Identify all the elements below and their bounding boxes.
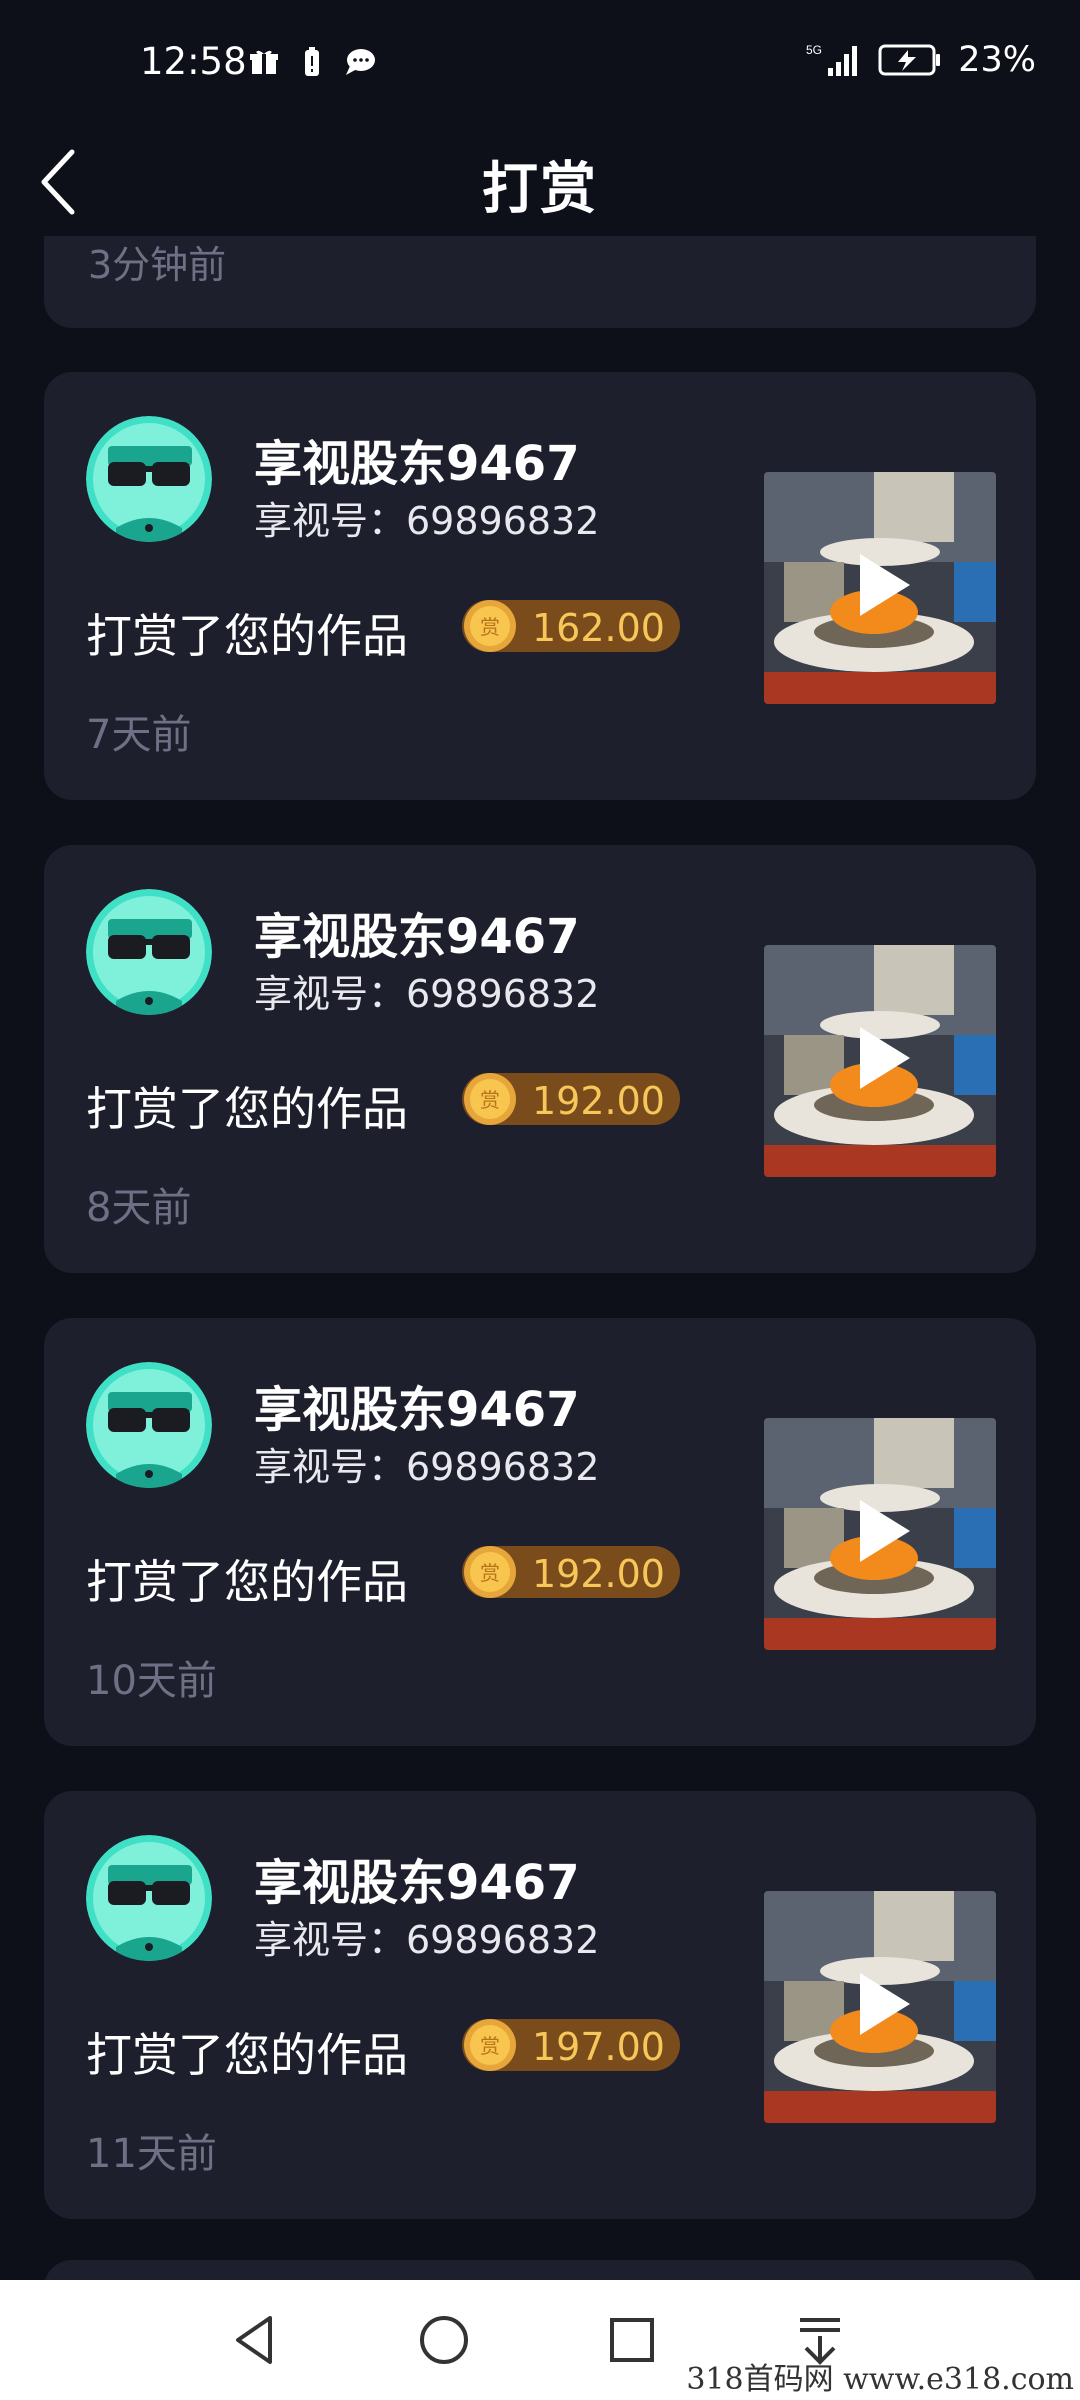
reward-amount: 192.00 [532, 1552, 665, 1596]
username: 享视股东9467 [254, 1382, 580, 1438]
coin-icon: 赏 [464, 1546, 516, 1598]
page-title: 打赏 [482, 157, 598, 222]
nav-home-icon[interactable] [412, 2308, 476, 2372]
avatar[interactable] [86, 1362, 212, 1488]
action-text: 打赏了您的作品 [86, 1555, 408, 1609]
watermark: 318首码网 www.e318.com [686, 2362, 1074, 2397]
status-time: 12:58 [140, 40, 247, 83]
status-right: 5G 23% [806, 40, 1036, 80]
battery-alert-icon [305, 47, 319, 76]
nav-back-icon[interactable] [224, 2308, 288, 2372]
header: 打赏 [0, 132, 1080, 236]
user-id: 享视号：69896832 [254, 1918, 600, 1962]
notification-icons [248, 46, 376, 78]
coin-label: 赏 [480, 2034, 500, 2058]
username: 享视股东9467 [254, 909, 580, 965]
avatar[interactable] [86, 889, 212, 1015]
time-ago: 10天前 [86, 1658, 217, 1704]
signal-icon: 5G [806, 43, 858, 76]
battery-percent: 23% [958, 40, 1036, 80]
reward-amount-badge: 赏 192.00 [462, 1073, 680, 1125]
coin-icon: 赏 [464, 600, 516, 652]
avatar[interactable] [86, 1835, 212, 1961]
action-text: 打赏了您的作品 [86, 609, 408, 663]
username: 享视股东9467 [254, 1855, 580, 1911]
coin-icon: 赏 [464, 2019, 516, 2071]
time-ago: 3分钟前 [88, 243, 227, 287]
user-id: 享视号：69896832 [254, 1445, 600, 1489]
list-item-partial[interactable] [44, 2260, 1036, 2280]
battery-charging-icon [878, 44, 941, 76]
reward-card[interactable]: 享视股东9467 享视号：69896832 打赏了您的作品 赏 192.00 8… [44, 845, 1036, 1273]
coin-label: 赏 [480, 1561, 500, 1585]
status-bar: 12:58 5G 23% [0, 0, 1080, 132]
action-text: 打赏了您的作品 [86, 2028, 408, 2082]
video-thumbnail[interactable] [764, 472, 996, 704]
reward-amount: 197.00 [532, 2025, 665, 2069]
user-id: 享视号：69896832 [254, 972, 600, 1016]
message-icon [346, 49, 375, 75]
coin-label: 赏 [480, 1088, 500, 1112]
reward-amount: 162.00 [532, 606, 665, 650]
reward-list[interactable]: 3分钟前 享视股东9467 享视号：69896832 打赏了您的作品 赏 162… [0, 236, 1080, 2280]
reward-amount-badge: 赏 162.00 [462, 600, 680, 652]
coin-label: 赏 [480, 615, 500, 639]
system-nav-bar: 318首码网 www.e318.com [0, 2280, 1080, 2400]
reward-card[interactable]: 享视股东9467 享视号：69896832 打赏了您的作品 赏 192.00 1… [44, 1318, 1036, 1746]
reward-amount: 192.00 [532, 1079, 665, 1123]
reward-card[interactable]: 享视股东9467 享视号：69896832 打赏了您的作品 赏 162.00 7… [44, 372, 1036, 800]
reward-amount-badge: 赏 197.00 [462, 2019, 680, 2071]
video-thumbnail[interactable] [764, 945, 996, 1177]
username: 享视股东9467 [254, 436, 580, 492]
reward-amount-badge: 赏 192.00 [462, 1546, 680, 1598]
avatar[interactable] [86, 416, 212, 542]
time-ago: 8天前 [86, 1185, 192, 1231]
list-item-partial[interactable]: 3分钟前 [44, 236, 1036, 328]
video-thumbnail[interactable] [764, 1418, 996, 1650]
time-ago: 11天前 [86, 2131, 217, 2177]
user-id: 享视号：69896832 [254, 499, 600, 543]
coin-icon: 赏 [464, 1073, 516, 1125]
reward-card[interactable]: 享视股东9467 享视号：69896832 打赏了您的作品 赏 197.00 1… [44, 1791, 1036, 2219]
nav-recents-icon[interactable] [600, 2308, 664, 2372]
video-thumbnail[interactable] [764, 1891, 996, 2123]
time-ago: 7天前 [86, 712, 192, 758]
gift-icon [250, 50, 278, 74]
network-type: 5G [806, 43, 822, 57]
action-text: 打赏了您的作品 [86, 1082, 408, 1136]
